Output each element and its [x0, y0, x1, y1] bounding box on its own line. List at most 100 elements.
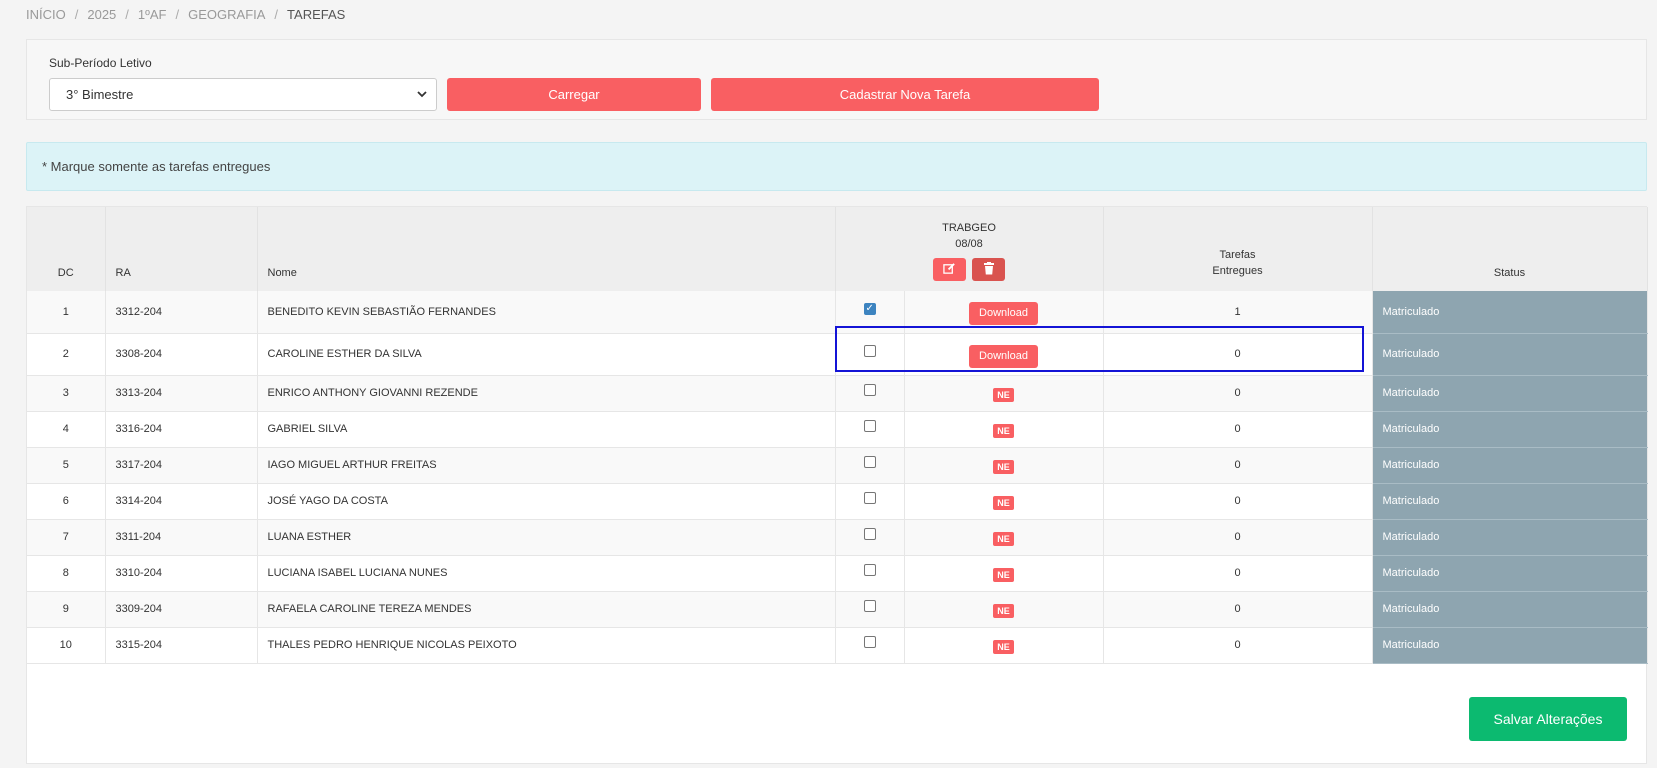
cell-nome: ENRICO ANTHONY GIOVANNI REZENDE: [257, 375, 836, 412]
delivered-checkbox[interactable]: [863, 420, 876, 433]
cell-ra: 3315-204: [105, 627, 258, 664]
cell-delivered-count: 0: [1103, 375, 1373, 412]
table-row: 4 3316-204 GABRIEL SILVA NE 0 Matriculado: [27, 411, 1648, 448]
cell-delivered-count: 0: [1103, 333, 1373, 376]
status-badge: Matriculado: [1372, 591, 1648, 628]
delivered-checkbox[interactable]: [863, 528, 876, 541]
sub-period-select[interactable]: 3° Bimestre: [49, 78, 437, 111]
cell-dc: 2: [27, 333, 106, 376]
cell-file: NE: [904, 447, 1104, 484]
save-changes-button[interactable]: Salvar Alterações: [1469, 697, 1627, 741]
delivered-checkbox[interactable]: [863, 600, 876, 613]
cell-ra: 3311-204: [105, 519, 258, 556]
cell-dc: 10: [27, 627, 106, 664]
not-delivered-badge: NE: [993, 460, 1014, 474]
cell-ra: 3316-204: [105, 411, 258, 448]
breadcrumb-separator: /: [175, 7, 180, 22]
new-task-button[interactable]: Cadastrar Nova Tarefa: [711, 78, 1099, 111]
table-row: 8 3310-204 LUCIANA ISABEL LUCIANA NUNES NE 0…: [27, 555, 1648, 592]
cell-file: Download: [904, 333, 1104, 376]
cell-ra: 3313-204: [105, 375, 258, 412]
breadcrumb-subject[interactable]: GEOGRAFIA: [188, 7, 265, 22]
cell-delivered-checkbox: [835, 333, 905, 376]
cell-delivered-checkbox: [835, 411, 905, 448]
cell-delivered-count: 0: [1103, 411, 1373, 448]
cell-nome: RAFAELA CAROLINE TEREZA MENDES: [257, 591, 836, 628]
task-name: TRABGEO: [942, 222, 996, 234]
status-badge: Matriculado: [1372, 291, 1648, 334]
status-badge: Matriculado: [1372, 411, 1648, 448]
edit-task-button[interactable]: [933, 258, 966, 281]
cell-file: NE: [904, 591, 1104, 628]
breadcrumb-class[interactable]: 1ºAF: [138, 7, 167, 22]
status-badge: Matriculado: [1372, 555, 1648, 592]
cell-nome: LUCIANA ISABEL LUCIANA NUNES: [257, 555, 836, 592]
delivered-checkbox[interactable]: [863, 456, 876, 469]
cell-delivered-count: 0: [1103, 591, 1373, 628]
delivered-checkbox[interactable]: [863, 564, 876, 577]
cell-dc: 5: [27, 447, 106, 484]
not-delivered-badge: NE: [993, 388, 1014, 402]
table-row: 10 3315-204 THALES PEDRO HENRIQUE NICOLAS …: [27, 627, 1648, 664]
header-dc: DC: [27, 207, 106, 291]
cell-file: NE: [904, 411, 1104, 448]
delivered-checkbox[interactable]: [863, 345, 876, 358]
table-row: 9 3309-204 RAFAELA CAROLINE TEREZA MENDES N…: [27, 591, 1648, 628]
breadcrumb-year[interactable]: 2025: [87, 7, 116, 22]
table-row: 1 3312-204 BENEDITO KEVIN SEBASTIÃO FERNAN…: [27, 291, 1648, 334]
cell-dc: 3: [27, 375, 106, 412]
cell-ra: 3314-204: [105, 483, 258, 520]
delivered-checkbox[interactable]: [863, 636, 876, 649]
cell-dc: 6: [27, 483, 106, 520]
status-badge: Matriculado: [1372, 333, 1648, 376]
header-ra: RA: [105, 207, 258, 291]
cell-file: NE: [904, 627, 1104, 664]
cell-nome: GABRIEL SILVA: [257, 411, 836, 448]
header-delivered-line2: Entregues: [1212, 265, 1263, 277]
delete-task-button[interactable]: [972, 258, 1005, 281]
sub-period-selected-value: 3° Bimestre: [66, 87, 134, 102]
cell-delivered-checkbox: [835, 483, 905, 520]
header-task: TRABGEO 08/08: [835, 207, 1104, 291]
not-delivered-badge: NE: [993, 424, 1014, 438]
tasks-table: DC RA Nome TRABGEO 08/08 Tarefas Entregu…: [27, 207, 1648, 664]
header-delivered: Tarefas Entregues: [1103, 207, 1373, 291]
download-button[interactable]: Download: [969, 302, 1038, 326]
table-row: 6 3314-204 JOSÉ YAGO DA COSTA NE 0 Matriculad…: [27, 483, 1648, 520]
cell-ra: 3312-204: [105, 291, 258, 334]
not-delivered-badge: NE: [993, 532, 1014, 546]
info-alert: * Marque somente as tarefas entregues: [26, 142, 1647, 191]
download-button[interactable]: Download: [969, 344, 1038, 368]
delivered-checkbox[interactable]: [863, 384, 876, 397]
cell-file: NE: [904, 375, 1104, 412]
cell-file: NE: [904, 519, 1104, 556]
delivered-checkbox[interactable]: [863, 492, 876, 505]
delivered-checkbox[interactable]: [863, 302, 876, 316]
not-delivered-badge: NE: [993, 496, 1014, 510]
cell-ra: 3308-204: [105, 333, 258, 376]
chevron-down-icon: [416, 79, 428, 123]
cell-delivered-count: 0: [1103, 447, 1373, 484]
cell-nome: THALES PEDRO HENRIQUE NICOLAS PEIXOTO: [257, 627, 836, 664]
status-badge: Matriculado: [1372, 483, 1648, 520]
header-nome: Nome: [257, 207, 836, 291]
breadcrumb-current: TAREFAS: [287, 7, 346, 22]
tasks-table-card: DC RA Nome TRABGEO 08/08 Tarefas Entregu…: [26, 206, 1648, 764]
cell-delivered-checkbox: [835, 375, 905, 412]
cell-ra: 3309-204: [105, 591, 258, 628]
status-badge: Matriculado: [1372, 447, 1648, 484]
filter-panel: Sub-Período Letivo 3° Bimestre Carregar …: [26, 39, 1647, 120]
breadcrumb-separator: /: [274, 7, 279, 22]
trash-icon: [983, 261, 995, 278]
breadcrumb-inicio[interactable]: INÍCIO: [26, 7, 66, 22]
status-badge: Matriculado: [1372, 627, 1648, 664]
load-button[interactable]: Carregar: [447, 78, 701, 111]
not-delivered-badge: NE: [993, 568, 1014, 582]
table-row: 5 3317-204 IAGO MIGUEL ARTHUR FREITAS NE 0 Ma…: [27, 447, 1648, 484]
cell-dc: 1: [27, 291, 106, 334]
cell-nome: IAGO MIGUEL ARTHUR FREITAS: [257, 447, 836, 484]
breadcrumb-separator: /: [125, 7, 129, 22]
cell-delivered-checkbox: [835, 591, 905, 628]
sub-period-label: Sub-Período Letivo: [49, 56, 152, 70]
cell-file: NE: [904, 483, 1104, 520]
